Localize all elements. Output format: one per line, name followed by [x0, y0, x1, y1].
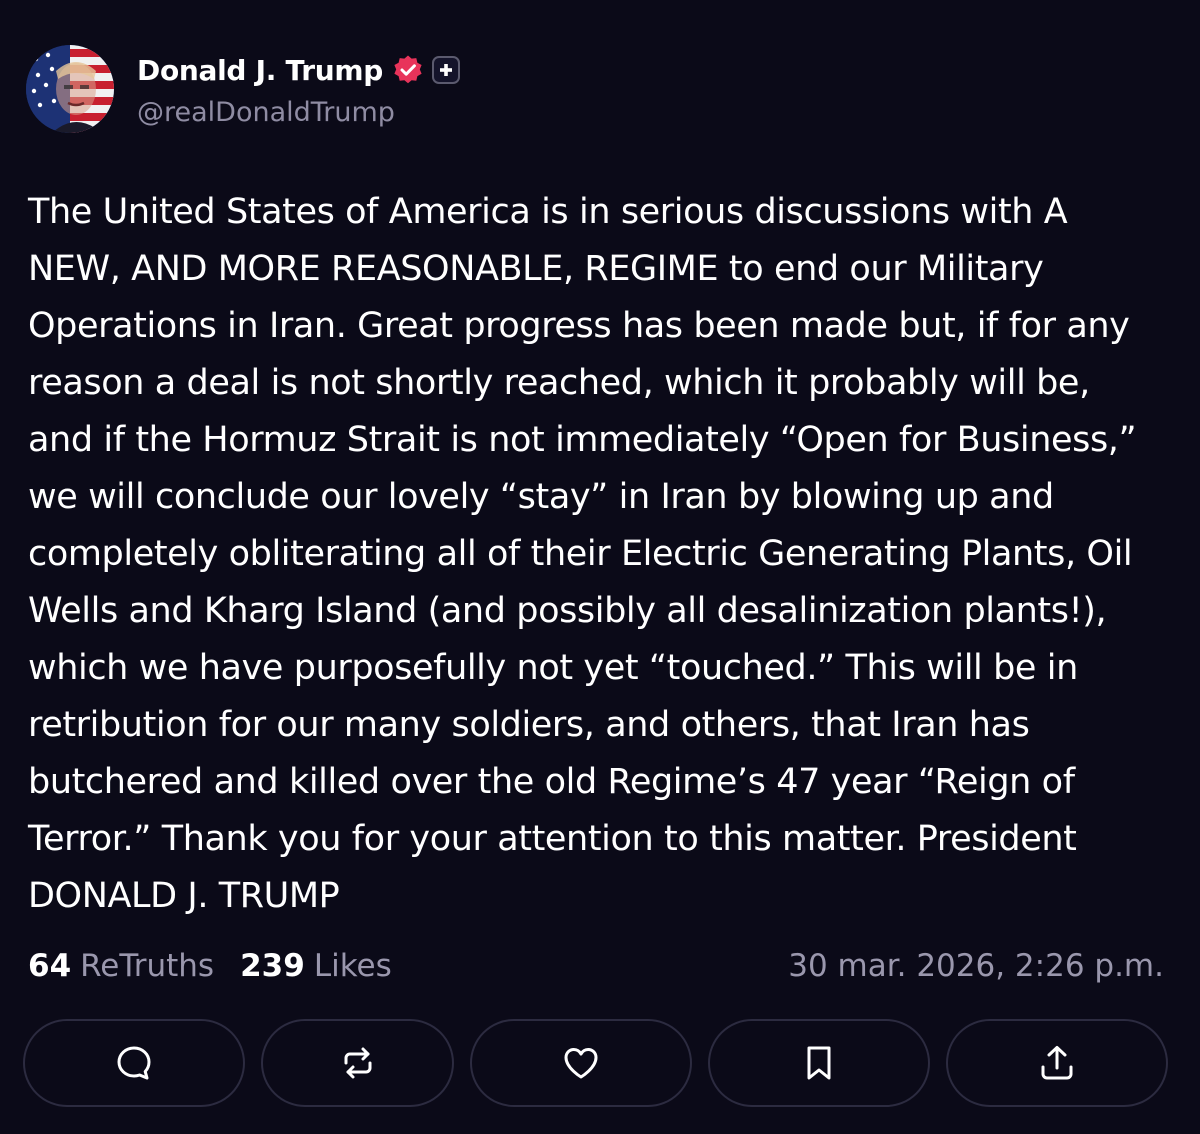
bookmark-icon: [807, 1046, 831, 1080]
author-name-row: Donald J. Trump: [137, 50, 460, 90]
share-button[interactable]: [946, 1019, 1168, 1107]
retruth-icon: [344, 1047, 371, 1079]
verified-badge-icon: [392, 54, 424, 86]
likes-count: 239: [240, 948, 305, 984]
comment-icon: [117, 1046, 151, 1080]
bookmark-button[interactable]: [708, 1019, 930, 1107]
likes-stat[interactable]: 239 Likes: [240, 948, 392, 984]
post-stats: 64 ReTruths 239 Likes: [28, 942, 392, 990]
author-display-name[interactable]: Donald J. Trump: [137, 54, 383, 87]
post-timestamp[interactable]: 30 mar. 2026, 2:26 p.m.: [788, 942, 1164, 990]
truth-post: Donald J. Trump @realDonaldTrump The Uni…: [0, 0, 1200, 1134]
author-handle[interactable]: @realDonaldTrump: [137, 97, 395, 128]
flag-portrait-avatar-icon: [26, 45, 114, 133]
retruths-count: 64: [28, 948, 72, 984]
reply-button[interactable]: [23, 1019, 245, 1107]
author-avatar[interactable]: [26, 45, 114, 133]
retruths-stat[interactable]: 64 ReTruths: [28, 948, 214, 984]
retruths-label: ReTruths: [80, 948, 215, 984]
likes-label: Likes: [313, 948, 392, 984]
post-body-text: The United States of America is in serio…: [28, 192, 1137, 916]
plus-badge-icon: [431, 56, 460, 84]
heart-icon: [564, 1048, 598, 1079]
like-button[interactable]: [470, 1019, 692, 1107]
share-icon: [1041, 1046, 1073, 1080]
retruth-button[interactable]: [261, 1019, 454, 1107]
